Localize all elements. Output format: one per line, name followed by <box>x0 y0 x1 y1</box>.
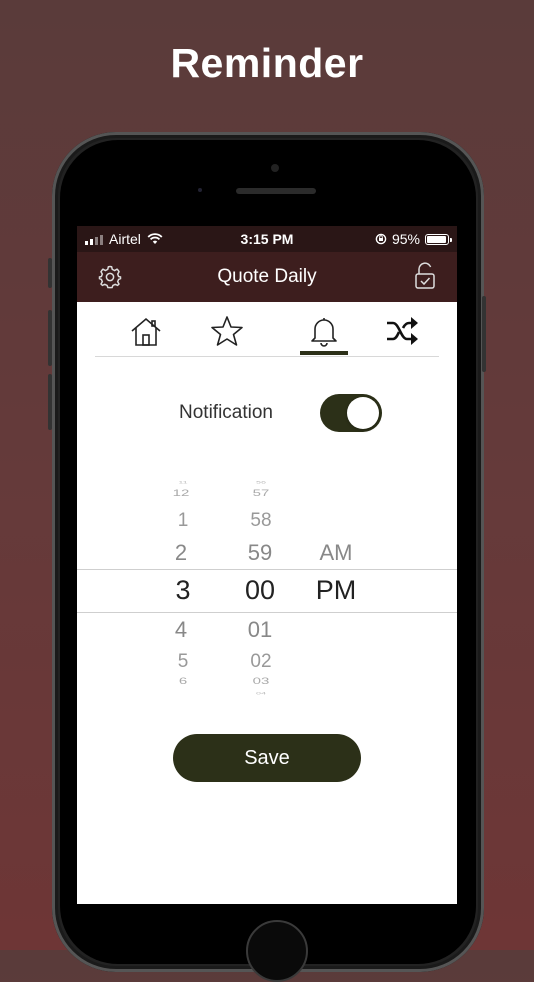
hour-option[interactable]: 11 <box>178 480 187 485</box>
orientation-lock-icon <box>375 233 387 245</box>
unlock-icon[interactable] <box>413 262 437 290</box>
status-bar: Airtel 3:15 PM 95% <box>77 226 457 252</box>
minute-option[interactable]: 56 <box>256 480 266 485</box>
minute-option[interactable]: 59 <box>248 540 272 566</box>
front-camera <box>271 164 279 172</box>
app-title: Quote Daily <box>217 266 317 287</box>
active-tab-indicator <box>300 351 348 355</box>
minute-option[interactable]: 57 <box>253 488 270 498</box>
battery-icon <box>425 233 452 245</box>
hour-option[interactable]: 1 <box>178 510 189 532</box>
promo-title: Reminder <box>170 40 364 86</box>
notification-toggle[interactable] <box>320 394 382 432</box>
hour-option[interactable]: 5 <box>178 651 189 673</box>
selected-hour[interactable]: 3 <box>175 575 190 606</box>
tab-favorites-star-icon[interactable] <box>209 314 245 348</box>
hour-option[interactable]: 2 <box>175 540 187 566</box>
save-button[interactable]: Save <box>173 734 361 782</box>
nav-bar: Quote Daily <box>77 252 457 302</box>
minute-option[interactable]: 01 <box>248 617 272 643</box>
selected-period[interactable]: PM <box>316 575 357 606</box>
sensor <box>198 188 202 192</box>
hour-option[interactable]: 6 <box>179 676 187 686</box>
hour-option[interactable]: 12 <box>173 488 190 498</box>
app-screen: Airtel 3:15 PM 95% Quote Daily Notificat… <box>77 226 457 904</box>
selected-minute[interactable]: 00 <box>245 575 275 606</box>
volume-up-button <box>48 310 52 366</box>
minute-option[interactable]: 58 <box>250 510 271 532</box>
period-option[interactable]: AM <box>320 540 353 566</box>
volume-down-button <box>48 374 52 430</box>
tab-shuffle-icon[interactable] <box>384 314 420 348</box>
battery-percent: 95% <box>391 231 420 247</box>
tab-bar <box>95 302 439 357</box>
earpiece <box>236 188 316 194</box>
minute-option[interactable]: 02 <box>250 651 271 673</box>
tab-reminder-bell-icon[interactable] <box>306 314 342 348</box>
mute-switch <box>48 258 52 288</box>
home-button[interactable] <box>246 920 308 982</box>
power-button <box>482 296 486 372</box>
hour-option[interactable]: 4 <box>175 617 187 643</box>
notification-label: Notification <box>179 402 273 423</box>
minute-option[interactable]: 03 <box>253 676 270 686</box>
tab-home-icon[interactable] <box>128 314 164 348</box>
minute-option[interactable]: 04 <box>256 691 266 696</box>
toggle-knob <box>347 397 379 429</box>
